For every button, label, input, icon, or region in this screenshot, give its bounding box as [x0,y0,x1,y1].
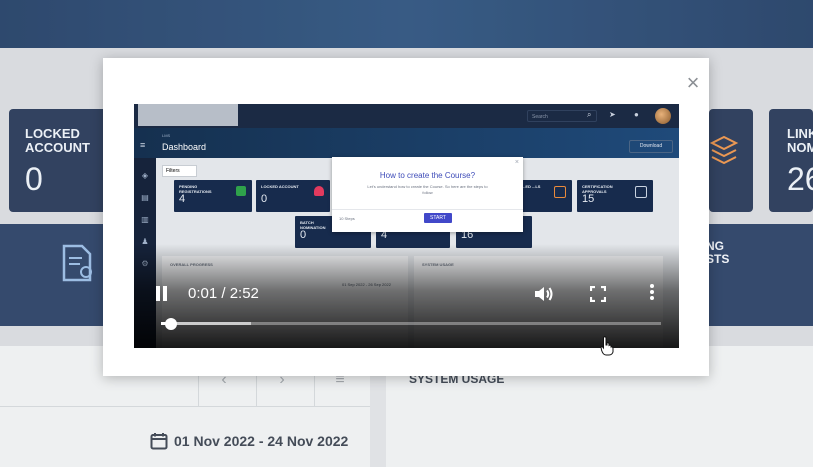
frame-layers-icon: ◈ [141,171,149,180]
frame-popup-question: How to create the Course? [379,171,476,180]
frame-card: PENDING REGISTRATIONS 4 [174,180,252,212]
frame-navigate-icon: ➤ [609,110,616,119]
frame-dashboard-title: Dashboard [162,142,207,152]
frame-card: CERTIFICATION APPROVALS 15 [577,180,653,212]
frame-popup: × How to create the Course? Let's unders… [332,157,523,232]
frame-card-doc-icon [635,186,647,198]
frame-popup-divider [332,209,523,210]
more-options-icon[interactable] [648,284,656,304]
time-display: 0:01 / 2:52 [188,285,259,302]
fullscreen-icon[interactable] [590,286,606,302]
progress-thumb[interactable] [165,318,177,330]
frame-card: ...ED ...LS [518,180,572,212]
video-player[interactable]: Search ⌕ ➤ ● ≡ LMS Dashboard Download ◈ … [134,104,679,348]
frame-card-title: ...ED ...LS [522,184,541,189]
pause-icon[interactable] [155,286,169,301]
frame-popup-close-icon: × [514,159,519,166]
hand-cursor-icon [600,336,614,356]
frame-card: LOCKED ACCOUNT 0 [256,180,330,212]
volume-icon[interactable] [533,284,555,304]
close-icon[interactable]: × [684,72,702,94]
frame-id-icon: ▤ [141,193,149,202]
frame-download-label: Download [639,143,663,149]
frame-card-icon [236,186,246,196]
frame-filters: Filters [162,165,197,177]
frame-card-lock-icon [314,186,324,196]
frame-popup-start-button: START [424,213,452,223]
frame-card-value: 15 [582,193,595,205]
frame-popup-steps: 10 Steps [339,216,355,221]
frame-avatar [655,108,671,124]
frame-card-title: PENDING REGISTRATIONS [179,184,212,194]
frame-card-chat-icon [554,186,566,198]
frame-card-title: LOCKED ACCOUNT [261,184,299,189]
frame-card-value: 0 [300,229,307,241]
progress-bar[interactable] [161,322,661,325]
frame-popup-subtitle: Let's understand how to create the Cours… [367,184,488,195]
frame-logo [138,104,238,126]
frame-download-button: Download [629,140,673,153]
frame-menu-icon: ≡ [140,140,146,150]
frame-search-icon: ⌕ [587,110,592,119]
frame-header [134,128,679,158]
frame-bell-icon: ● [634,110,639,119]
frame-lms: LMS [162,133,171,138]
frame-card-value: 0 [261,193,268,205]
frame-chart-icon: ▥ [141,215,149,224]
frame-card-value: 4 [179,193,186,205]
